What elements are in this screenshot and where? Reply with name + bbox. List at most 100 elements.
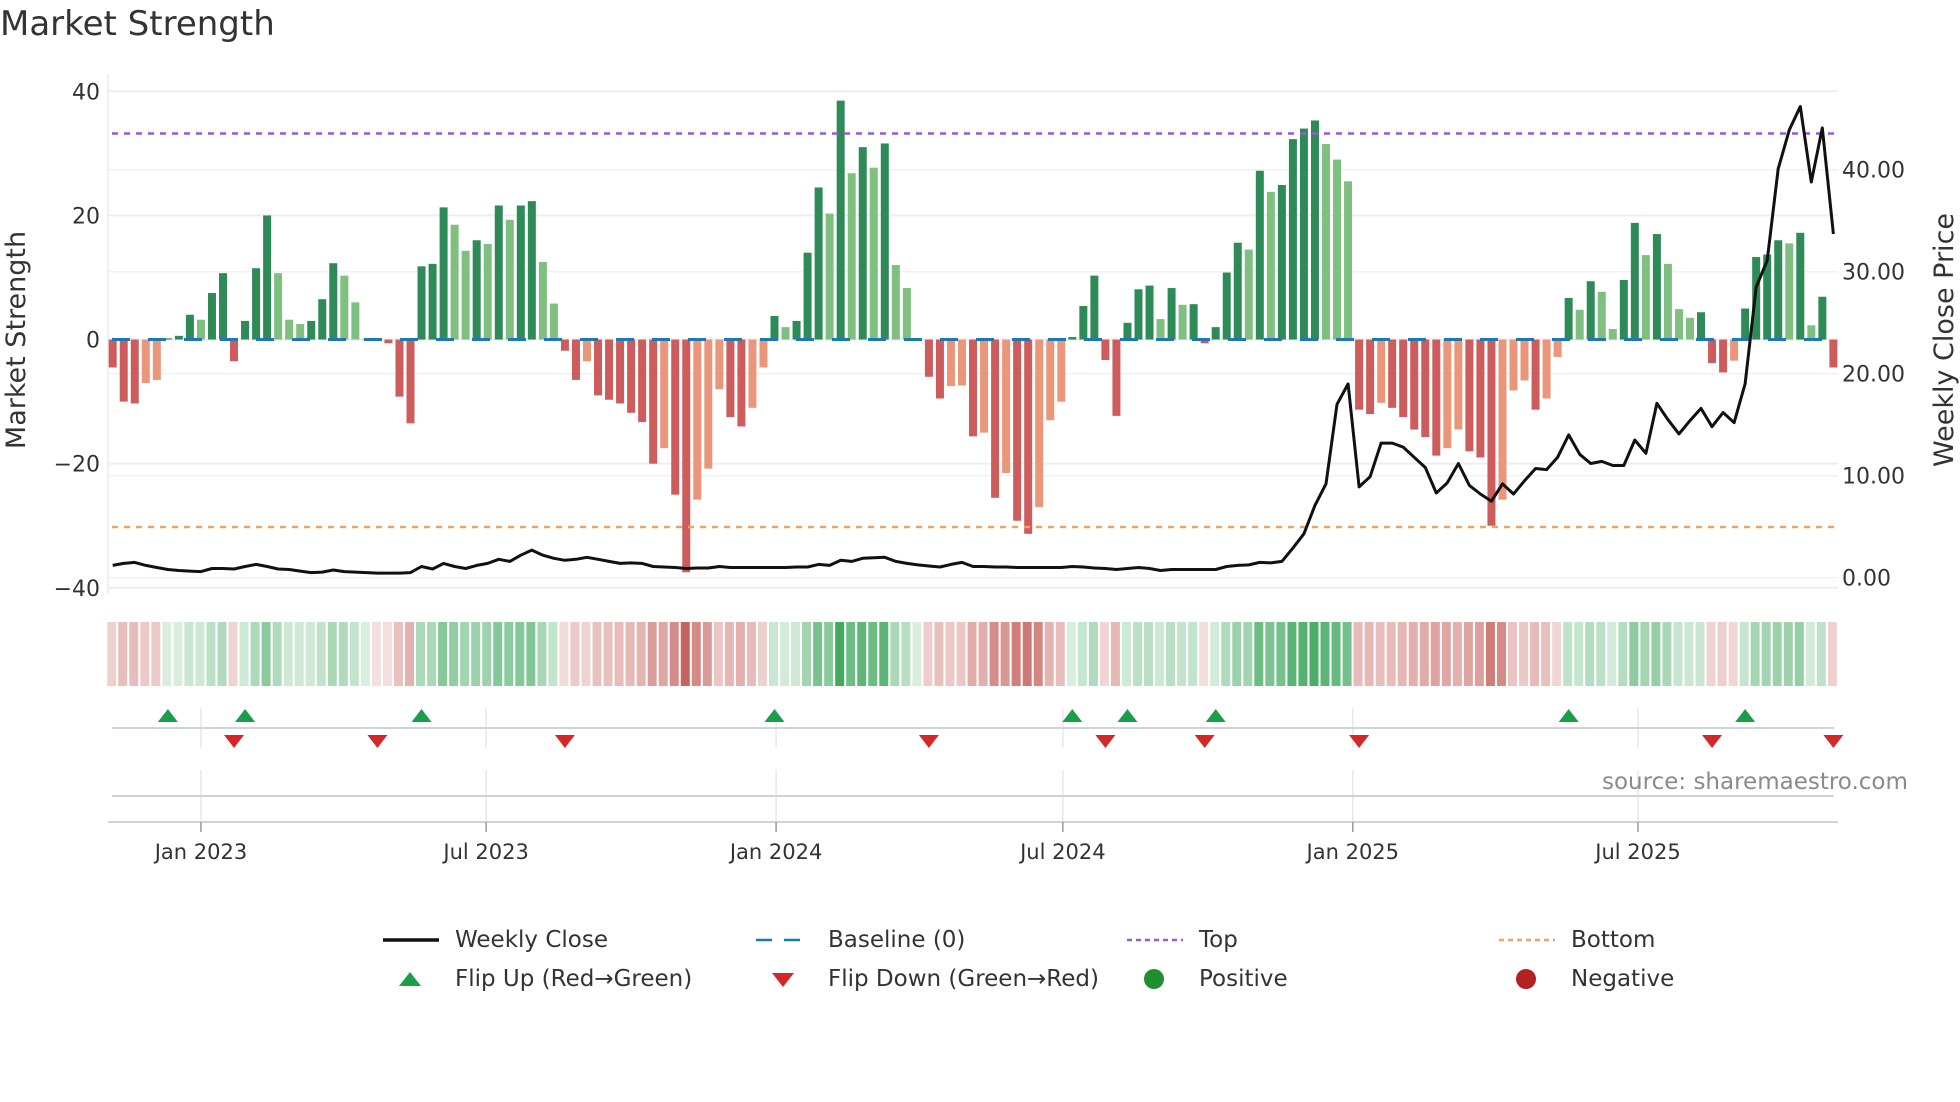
heat-cell	[537, 622, 547, 686]
strength-bar	[770, 315, 779, 340]
strength-bar	[1388, 339, 1397, 408]
strength-bar	[935, 339, 944, 399]
strength-bar	[1377, 339, 1386, 403]
heat-cell	[416, 622, 426, 686]
heat-cell	[1496, 622, 1506, 686]
legend-item: Positive	[1125, 964, 1288, 994]
strength-bar	[825, 213, 834, 340]
strength-bar	[748, 339, 757, 408]
strength-bar	[1211, 327, 1220, 340]
heat-cell	[526, 622, 536, 686]
line-solid-icon	[383, 938, 439, 942]
heat-cell	[1166, 622, 1176, 686]
heat-cell	[371, 622, 381, 686]
strength-bar	[847, 173, 856, 340]
heat-cell	[989, 622, 999, 686]
strength-bar	[1421, 339, 1430, 437]
strength-bar	[1454, 339, 1463, 430]
heat-cell	[1375, 622, 1385, 686]
strength-bar	[1608, 329, 1617, 340]
heat-cell	[239, 622, 249, 686]
strength-bar	[704, 339, 713, 469]
legend-label: Baseline (0)	[828, 927, 966, 953]
strength-bar	[1178, 304, 1187, 340]
strength-bar	[384, 339, 393, 344]
heat-cell	[393, 622, 403, 686]
heat-cell	[438, 622, 448, 686]
strength-bar	[1145, 285, 1154, 340]
strength-bar	[1167, 288, 1176, 340]
strength-bar	[274, 273, 283, 340]
heat-cell	[305, 622, 315, 686]
strength-bar	[207, 293, 216, 340]
heat-cell	[1155, 622, 1165, 686]
y-tick-label: 0	[86, 329, 100, 354]
strength-bar	[1366, 339, 1375, 415]
strength-bar	[616, 339, 625, 404]
flip-down-marker	[1095, 735, 1116, 748]
strength-bar	[340, 275, 349, 340]
heat-cell	[1210, 622, 1220, 686]
heat-cell	[636, 622, 646, 686]
heat-cell	[923, 622, 933, 686]
strength-bar	[439, 207, 448, 340]
heat-cell	[1761, 622, 1771, 686]
heat-cell	[427, 622, 437, 686]
strength-bar	[571, 339, 580, 380]
strength-bar	[1597, 291, 1606, 340]
heat-cell	[901, 622, 911, 686]
market-strength-chart: 40 20 0 −20 −40 40.00 30.00 20.00 10.00 0.00 Marke…	[1, 74, 1960, 864]
heat-cell	[945, 622, 955, 686]
strength-bar	[1796, 232, 1805, 340]
heat-cell	[1022, 622, 1032, 686]
heat-cell	[1794, 622, 1804, 686]
heat-cell	[1011, 622, 1021, 686]
strength-bar	[1277, 185, 1286, 340]
heat-cell	[471, 622, 481, 686]
heat-cell	[272, 622, 282, 686]
strength-bar	[1509, 339, 1518, 391]
strength-bar	[605, 339, 614, 400]
strength-bar	[1641, 255, 1650, 340]
heat-cell	[1000, 622, 1010, 686]
strength-bar	[1663, 263, 1672, 340]
strength-bar	[1068, 337, 1077, 340]
flip-up-marker	[1117, 709, 1138, 722]
heat-cell	[1739, 622, 1749, 686]
heat-cell	[625, 622, 635, 686]
strength-bar	[461, 250, 470, 340]
legend-item: Bottom	[1497, 925, 1655, 955]
strength-bar	[1432, 339, 1441, 456]
strength-bar	[538, 261, 547, 340]
legend-label: Weekly Close	[455, 927, 608, 953]
heat-cell	[283, 622, 293, 686]
heat-cell	[1364, 622, 1374, 686]
strength-bar	[395, 339, 404, 397]
legend-label: Flip Down (Green→Red)	[828, 966, 1099, 992]
heat-cell	[835, 622, 845, 686]
heat-cell	[1088, 622, 1098, 686]
heat-cell	[1684, 622, 1694, 686]
heat-cell	[702, 622, 712, 686]
strength-bar	[1619, 279, 1628, 340]
legend-item: Weekly Close	[381, 925, 608, 955]
circle-icon	[1144, 969, 1164, 989]
legend-label: Negative	[1571, 966, 1675, 992]
heat-cell	[1331, 622, 1341, 686]
strength-bar	[417, 266, 426, 340]
strength-bar	[1807, 325, 1816, 340]
strength-bar	[285, 319, 294, 340]
heat-cell	[482, 622, 492, 686]
strength-bar	[141, 339, 150, 383]
heat-cell	[614, 622, 624, 686]
heat-cell	[956, 622, 966, 686]
heat-cell	[592, 622, 602, 686]
heat-cell	[1463, 622, 1473, 686]
heat-cell	[1144, 622, 1154, 686]
heat-cell	[129, 622, 139, 686]
strength-bar	[483, 243, 492, 340]
heat-cell	[691, 622, 701, 686]
heat-cell	[1662, 622, 1672, 686]
strength-bar	[781, 327, 790, 340]
heat-cell	[1816, 622, 1826, 686]
